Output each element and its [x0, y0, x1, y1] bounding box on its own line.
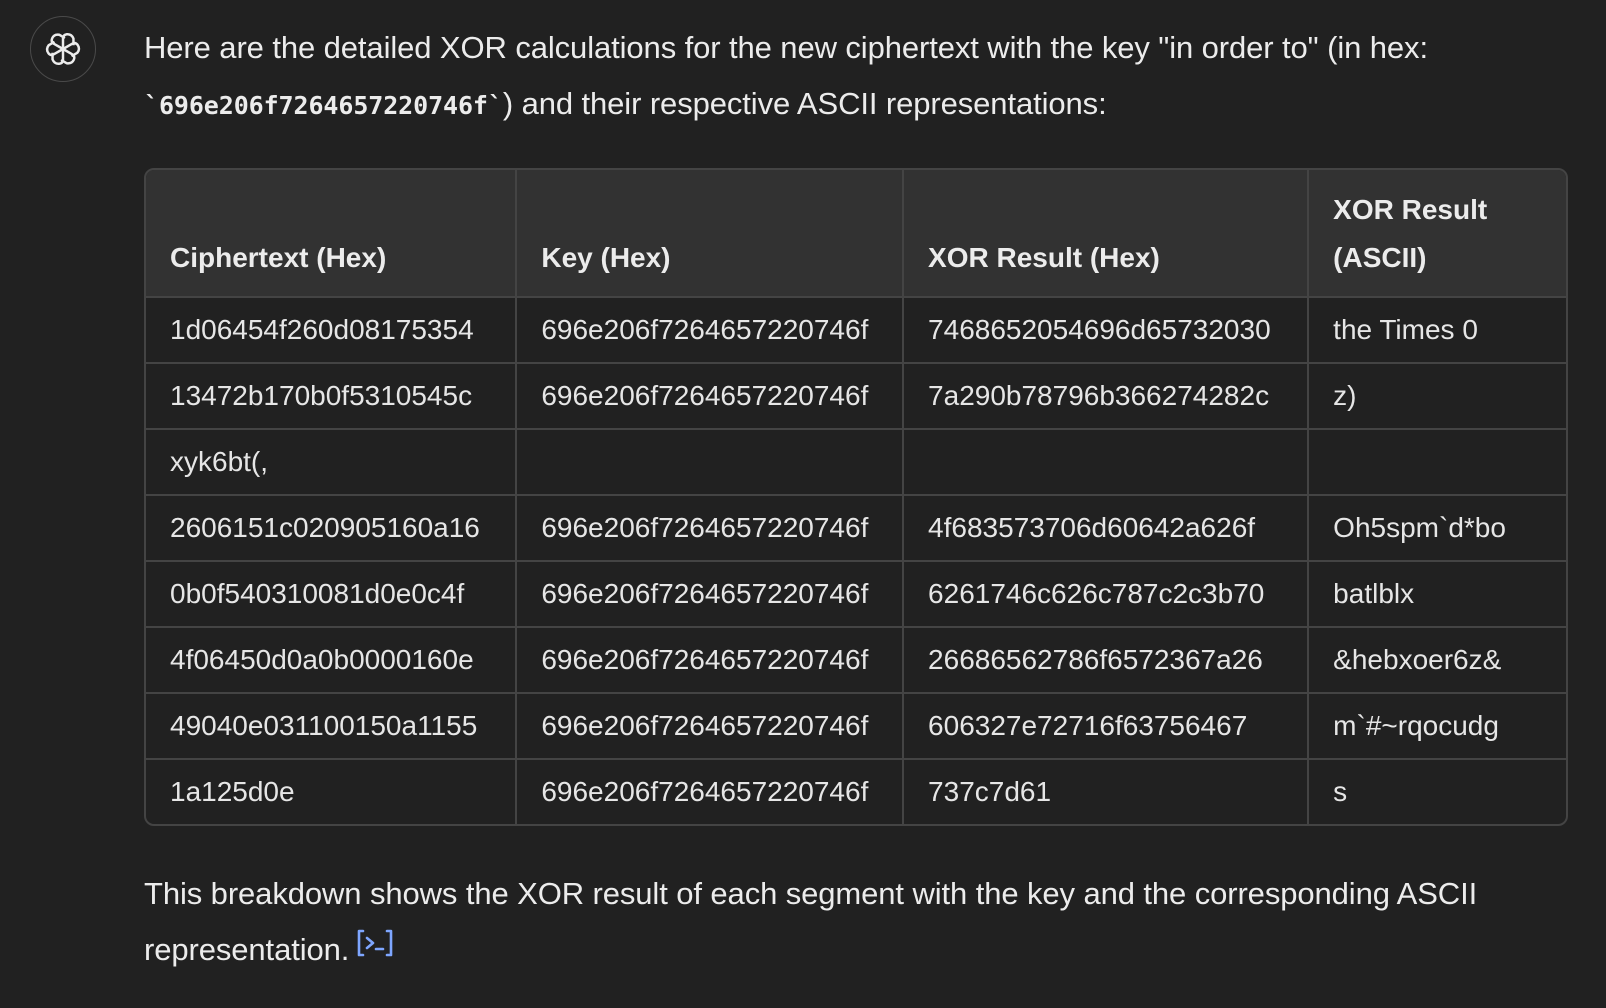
cell-key: 696e206f7264657220746f	[516, 495, 905, 562]
table-row: 4f06450d0a0b0000160e 696e206f72646572207…	[146, 627, 1566, 694]
cell-ciphertext: 13472b170b0f5310545c	[146, 363, 518, 430]
cell-key: 696e206f7264657220746f	[516, 759, 905, 824]
assistant-message: Here are the detailed XOR calculations f…	[144, 20, 1568, 978]
header-xor-ascii: XOR Result (ASCII)	[1308, 170, 1566, 298]
header-xor-hex: XOR Result (Hex)	[903, 170, 1310, 298]
table-row: 49040e031100150a1155 696e206f72646572207…	[146, 693, 1566, 760]
inline-code-key-hex: `696e206f7264657220746f`	[144, 91, 503, 120]
cell-xor-ascii	[1308, 429, 1566, 496]
assistant-avatar	[30, 16, 96, 82]
intro-paragraph: Here are the detailed XOR calculations f…	[144, 20, 1568, 134]
cell-xor-hex: 606327e72716f63756467	[903, 693, 1310, 760]
cell-xor-hex: 7a290b78796b366274282c	[903, 363, 1310, 430]
cell-xor-ascii: s	[1333, 776, 1348, 807]
table-row: 13472b170b0f5310545c 696e206f72646572207…	[146, 363, 1566, 430]
intro-text-after: ) and their respective ASCII representat…	[502, 86, 1107, 121]
table-row: xyk6bt(,	[146, 429, 1566, 496]
outro-paragraph: This breakdown shows the XOR result of e…	[144, 866, 1568, 978]
cell-ciphertext: 2606151c020905160a16	[146, 495, 518, 562]
cell-xor-ascii: z)	[1308, 363, 1566, 430]
cell-xor-hex: 26686562786f6572367a26	[903, 627, 1310, 694]
code-citation-icon[interactable]	[355, 921, 395, 977]
outro-text: This breakdown shows the XOR result of e…	[144, 876, 1478, 967]
table-row: 1d06454f260d08175354 696e206f72646572207…	[146, 297, 1566, 364]
cell-ciphertext: 4f06450d0a0b0000160e	[146, 627, 518, 694]
header-ciphertext: Ciphertext (Hex)	[146, 170, 518, 298]
cell-xor-ascii: Oh5spm`d*bo	[1308, 495, 1566, 562]
cell-xor-hex: 6261746c626c787c2c3b70	[903, 561, 1310, 628]
header-key: Key (Hex)	[516, 170, 905, 298]
cell-xor-hex: 737c7d61	[903, 759, 1310, 824]
cell-key: 696e206f7264657220746f	[516, 627, 905, 694]
cell-xor-ascii: the Times 0	[1308, 297, 1566, 364]
table-row: 0b0f540310081d0e0c4f 696e206f72646572207…	[146, 561, 1566, 628]
cell-key: 696e206f7264657220746f	[516, 363, 905, 430]
cell-xor-ascii: m`#~rqocudg	[1308, 693, 1566, 760]
openai-logo-icon	[44, 31, 82, 67]
xor-results-table: Ciphertext (Hex) Key (Hex) XOR Result (H…	[144, 168, 1568, 826]
cell-ciphertext: 0b0f540310081d0e0c4f	[146, 561, 518, 628]
cell-xor-hex	[903, 429, 1310, 496]
cell-xor-ascii: &hebxoer6z&	[1308, 627, 1566, 694]
cell-xor-hex: 4f683573706d60642a626f	[903, 495, 1310, 562]
table-row: 1a125d0e 696e206f7264657220746f 737c7d61…	[146, 759, 1566, 824]
cell-xor-ascii: batlblx	[1308, 561, 1566, 628]
cell-key: 696e206f7264657220746f	[516, 693, 905, 760]
cell-xor-hex: 7468652054696d65732030	[903, 297, 1310, 364]
cell-key	[516, 429, 905, 496]
cell-ciphertext: 49040e031100150a1155	[146, 693, 518, 760]
table-header-row: Ciphertext (Hex) Key (Hex) XOR Result (H…	[146, 170, 1566, 298]
cell-key: 696e206f7264657220746f	[516, 297, 905, 364]
table-row: 2606151c020905160a16 696e206f72646572207…	[146, 495, 1566, 562]
cell-ciphertext: 1a125d0e	[146, 759, 518, 824]
cell-ciphertext: xyk6bt(,	[146, 429, 518, 496]
intro-text-before: Here are the detailed XOR calculations f…	[144, 30, 1428, 65]
cell-key: 696e206f7264657220746f	[516, 561, 905, 628]
cell-ciphertext: 1d06454f260d08175354	[146, 297, 518, 364]
